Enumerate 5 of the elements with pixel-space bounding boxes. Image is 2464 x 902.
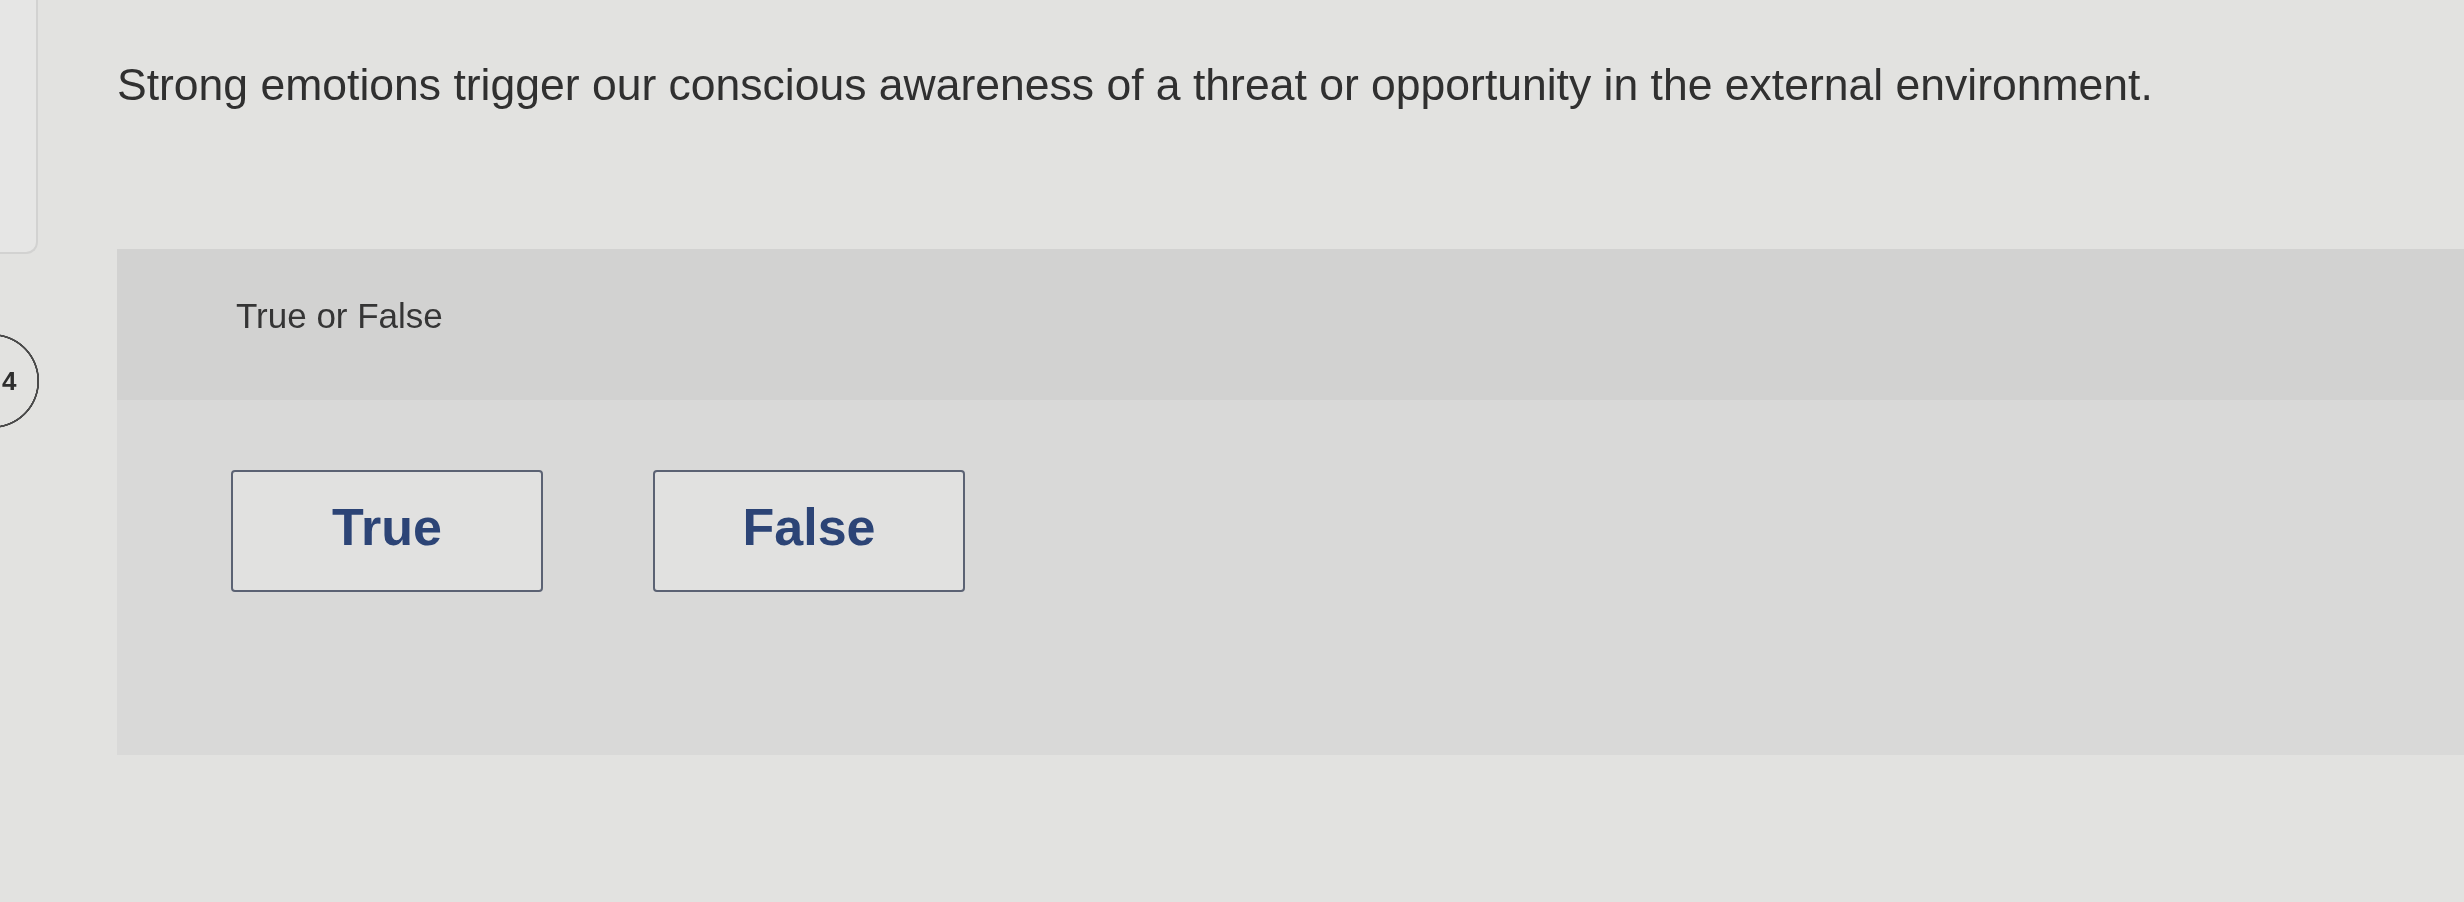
prompt-label: True or False <box>236 295 443 337</box>
answer-choice-button[interactable]: False <box>653 470 965 592</box>
question-number: 4 <box>0 333 40 429</box>
question-text: Strong emotions trigger our conscious awareness of a threat or opportunity in the external environment. <box>117 59 2153 111</box>
answer-choice-button[interactable]: True <box>231 470 543 592</box>
